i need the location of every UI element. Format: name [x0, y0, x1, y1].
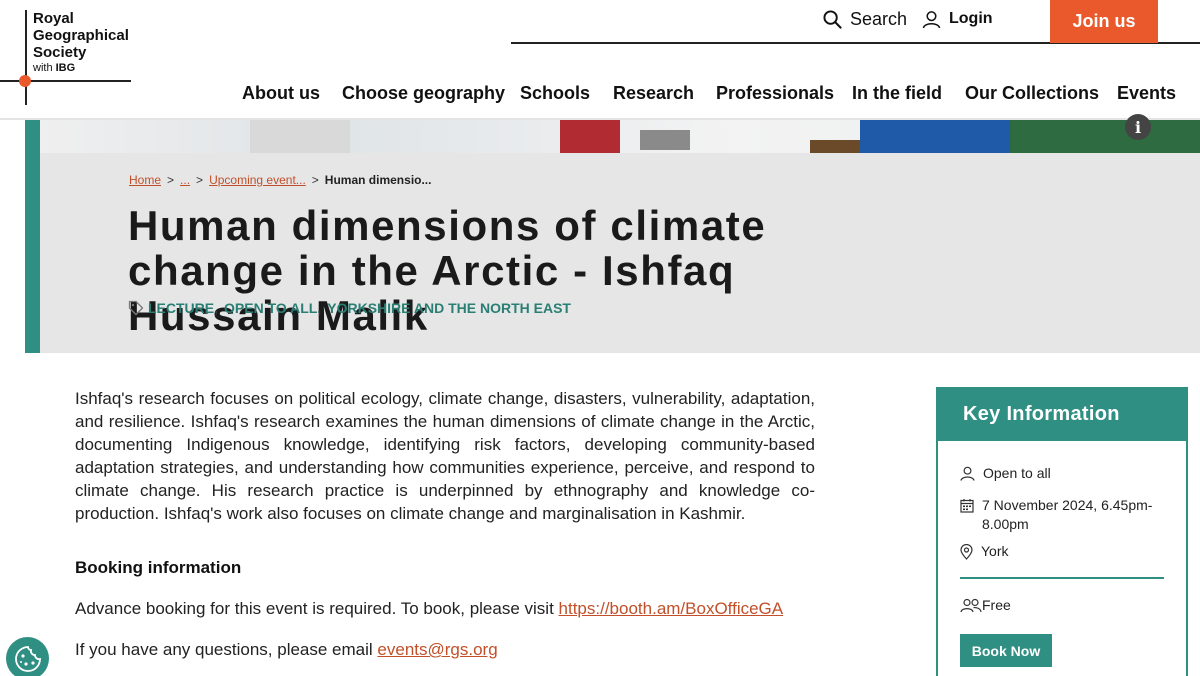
- login-button[interactable]: Login: [922, 7, 993, 31]
- search-icon: [823, 9, 842, 29]
- cookie-settings-button[interactable]: [6, 637, 49, 676]
- hero-image: [40, 120, 1200, 153]
- logo-line-1: Royal: [33, 10, 74, 27]
- breadcrumb-separator: >: [311, 173, 319, 187]
- email-text-lead: If you have any questions, please email: [75, 640, 378, 659]
- info-icon[interactable]: i: [1125, 114, 1151, 140]
- hero-image-deck: [810, 140, 860, 153]
- logo-wordmark: Royal Geographical Society: [33, 10, 129, 61]
- hero-image-house-blue: [860, 120, 1010, 153]
- nav-events[interactable]: Events: [1117, 83, 1176, 104]
- logo-ibg: with IBG: [33, 62, 75, 74]
- tag-open-to-all[interactable]: OPEN TO ALL: [224, 300, 317, 316]
- tag-comma: ,: [317, 300, 322, 316]
- nav-about-us[interactable]: About us: [242, 83, 320, 104]
- breadcrumb-home[interactable]: Home: [129, 173, 161, 187]
- event-description: Ishfaq's research focuses on political e…: [75, 389, 815, 523]
- booking-text: Advance booking for this event is requir…: [75, 599, 783, 619]
- key-information-panel: Key Information Open to all 7 November 2…: [936, 387, 1188, 676]
- booking-text-lead: Advance booking for this event is requir…: [75, 599, 559, 618]
- key-info-price: Free: [960, 596, 1011, 615]
- book-now-button[interactable]: Book Now: [960, 634, 1052, 667]
- email-text: If you have any questions, please email …: [75, 640, 498, 660]
- nav-schools[interactable]: Schools: [520, 83, 590, 104]
- hero-image-house-grey: [250, 120, 350, 153]
- search-button[interactable]: Search: [823, 7, 907, 31]
- tag-lecture[interactable]: LECTURE: [148, 300, 214, 316]
- tag-comma: ,: [214, 300, 219, 316]
- nav-our-collections[interactable]: Our Collections: [965, 83, 1099, 104]
- breadcrumb-ellipsis[interactable]: ...: [180, 173, 190, 187]
- hero-image-house-red: [560, 120, 620, 153]
- tag-region[interactable]: YORKSHIRE AND THE NORTH EAST: [327, 300, 571, 316]
- breadcrumb-separator: >: [167, 173, 175, 187]
- email-link[interactable]: events@rgs.org: [377, 640, 497, 659]
- hero-accent-bar: [25, 120, 40, 353]
- date-value: 7 November 2024, 6.45pm-8.00pm: [982, 497, 1153, 532]
- search-label: Search: [850, 8, 908, 29]
- login-label: Login: [949, 10, 993, 27]
- nav-choose-geography[interactable]: Choose geography: [342, 83, 505, 104]
- location-value: York: [981, 543, 1009, 559]
- logo-line-3: Society: [33, 44, 87, 61]
- breadcrumb-current: Human dimensio...: [324, 173, 432, 187]
- breadcrumb-separator: >: [196, 173, 204, 187]
- logo-with: with: [33, 62, 53, 74]
- price-value: Free: [982, 597, 1011, 613]
- key-info-audience: Open to all: [960, 464, 1051, 483]
- tag-icon: [128, 300, 144, 316]
- page-title: Human dimensions of climate change in th…: [128, 202, 767, 339]
- key-information-heading: Key Information: [938, 389, 1186, 441]
- event-tags: LECTURE, OPEN TO ALL, YORKSHIRE AND THE …: [128, 300, 571, 316]
- map-pin-icon: [960, 544, 973, 560]
- nav-in-the-field[interactable]: In the field: [852, 83, 942, 104]
- hero-image-house-green: [1010, 120, 1200, 153]
- user-icon: [922, 10, 941, 28]
- breadcrumb-upcoming-events[interactable]: Upcoming event...: [209, 173, 306, 187]
- group-icon: [960, 598, 982, 613]
- audience-value: Open to all: [983, 465, 1051, 481]
- key-info-location: York: [960, 542, 1009, 561]
- calendar-icon: [960, 499, 974, 513]
- person-icon: [960, 466, 975, 481]
- hero-image-trailer: [640, 130, 690, 150]
- main-navigation: About us Choose geography Schools Resear…: [0, 83, 1200, 107]
- booking-heading: Booking information: [75, 558, 242, 577]
- cookie-icon: [14, 645, 41, 672]
- nav-professionals[interactable]: Professionals: [716, 83, 834, 104]
- logo-ibg-text: IBG: [55, 62, 76, 74]
- key-info-divider: [960, 577, 1164, 579]
- join-us-button[interactable]: Join us: [1050, 0, 1158, 43]
- breadcrumb: Home > ... > Upcoming event... > Human d…: [129, 173, 431, 187]
- logo-line-2: Geographical: [33, 27, 129, 44]
- key-info-date: 7 November 2024, 6.45pm-8.00pm: [960, 496, 1160, 534]
- nav-research[interactable]: Research: [613, 83, 694, 104]
- booking-link[interactable]: https://booth.am/BoxOfficeGA: [559, 599, 784, 618]
